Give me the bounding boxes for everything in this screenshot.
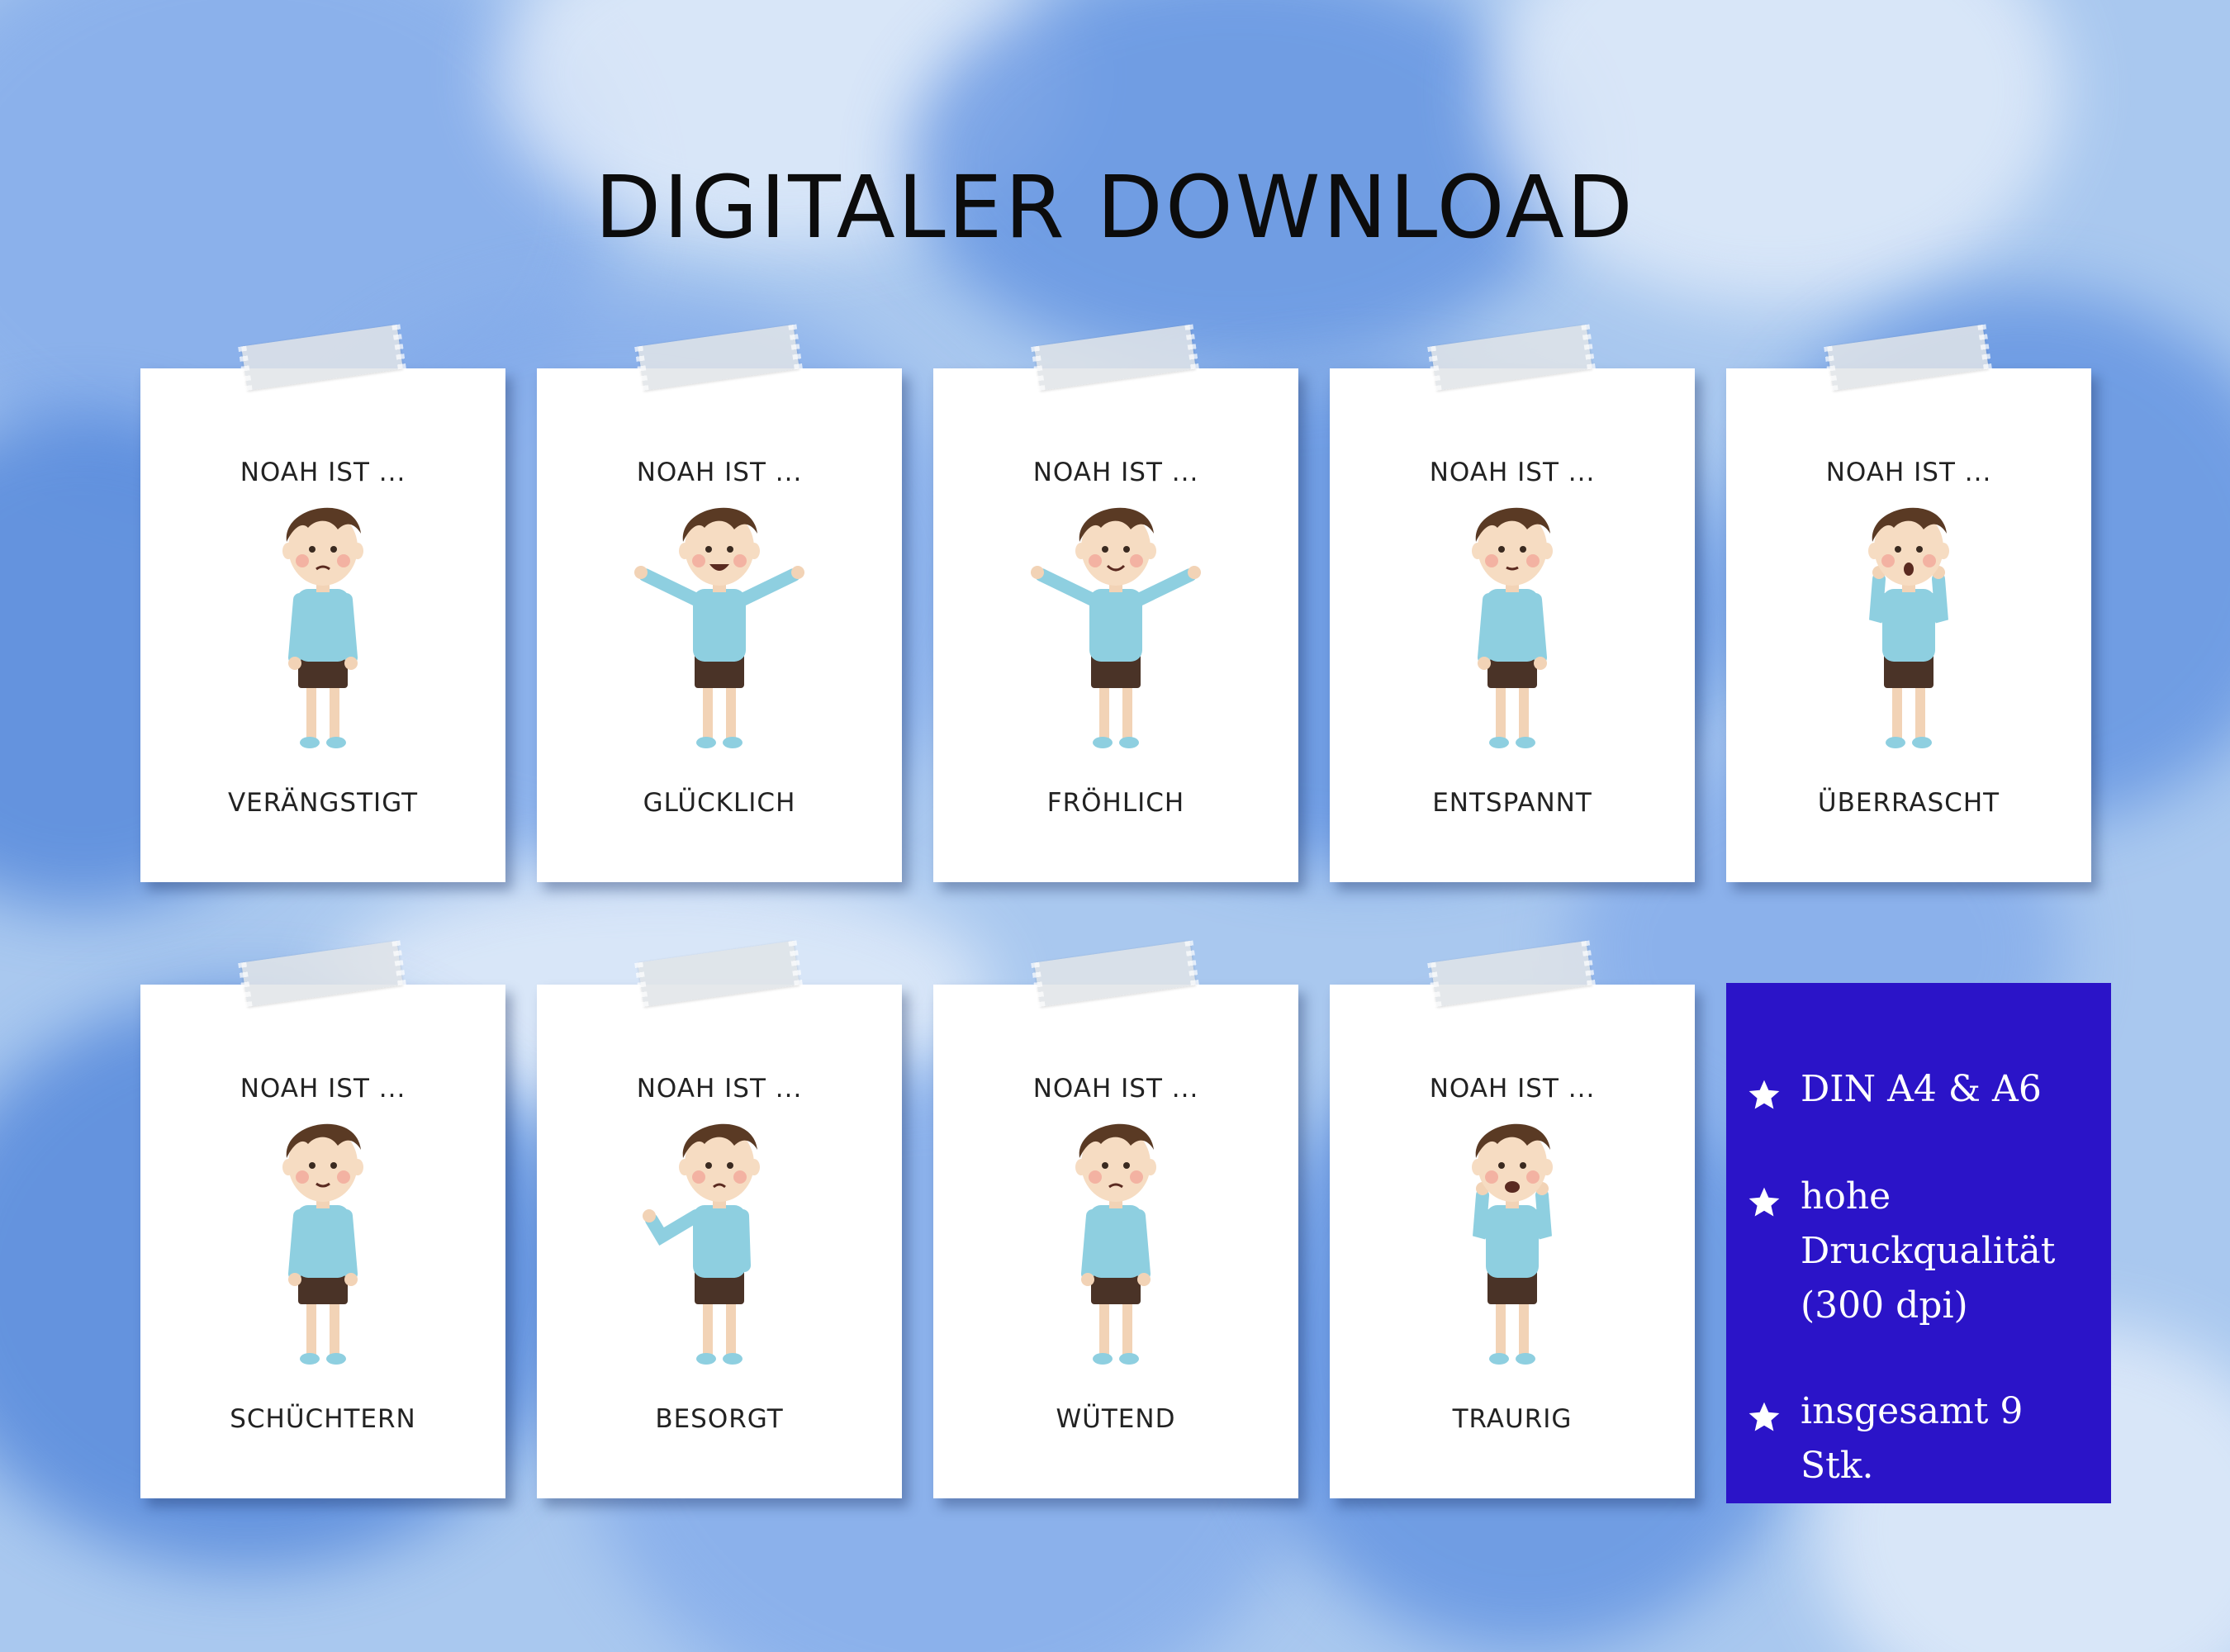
boy-illustration [1031,507,1201,748]
emotion-label: FRÖHLICH [1046,788,1185,818]
emotion-label: ÜBERRASCHT [1817,788,2000,818]
emotion-card: NOAH IST ... TRAURIG [1330,941,1695,1498]
emotion-card: NOAH IST ... WÜTEND [933,941,1298,1498]
emotion-card: NOAH IST ... GLÜCKLICH [537,325,902,882]
emotion-label: GLÜCKLICH [643,788,796,818]
emotion-label: WÜTEND [1056,1404,1176,1434]
emotion-card: NOAH IST ... FRÖHLICH [933,325,1298,882]
emotion-card: NOAH IST ... BESORGT [537,941,902,1498]
card-caption: NOAH IST ... [1429,458,1596,487]
boy-illustration [1868,507,1949,748]
card-caption: NOAH IST ... [636,1074,803,1104]
card-caption: NOAH IST ... [1429,1074,1596,1104]
emotion-label: ENTSPANNT [1432,788,1592,818]
star-icon [1748,1402,1780,1431]
info-item-count: insgesamt 9 Stk. [1746,1384,2103,1493]
info-text: insgesamt 9 Stk. [1801,1390,2024,1487]
card-caption: NOAH IST ... [1032,1074,1199,1104]
boy-illustration [282,507,363,748]
info-panel: DIN A4 & A6 hohe Druckqualität (300 dpi)… [1726,983,2111,1503]
boy-illustration [282,1123,363,1365]
info-item-format: DIN A4 & A6 [1746,1062,2103,1117]
info-item-quality: hohe Druckqualität (300 dpi) [1746,1170,2103,1333]
boy-illustration [1472,507,1553,748]
star-icon [1748,1187,1780,1217]
card-caption: NOAH IST ... [636,458,803,487]
boy-illustration [634,507,804,748]
card-caption: NOAH IST ... [240,458,406,487]
emotion-label: BESORGT [655,1404,784,1434]
boy-illustration [1472,1123,1553,1365]
boy-illustration [1075,1123,1156,1365]
card-caption: NOAH IST ... [1825,458,1992,487]
emotion-label: TRAURIG [1452,1404,1573,1434]
info-text: DIN A4 & A6 [1801,1068,2042,1110]
boy-illustration [643,1123,760,1365]
card-caption: NOAH IST ... [240,1074,406,1104]
emotion-label: SCHÜCHTERN [230,1404,416,1434]
page-title: DIGITALER DOWNLOAD [595,157,1635,258]
emotion-label: VERÄNGSTIGT [227,788,419,818]
emotion-card: NOAH IST ... ENTSPANNT [1330,325,1695,882]
info-text: hohe Druckqualität (300 dpi) [1801,1175,2056,1327]
star-icon [1748,1080,1780,1109]
emotion-card: NOAH IST ... VERÄNGSTIGT [140,325,505,882]
emotion-card: NOAH IST ... ÜBERRASCHT [1726,325,2091,882]
card-caption: NOAH IST ... [1032,458,1199,487]
emotion-card: NOAH IST ... SCHÜCHTERN [140,941,505,1498]
